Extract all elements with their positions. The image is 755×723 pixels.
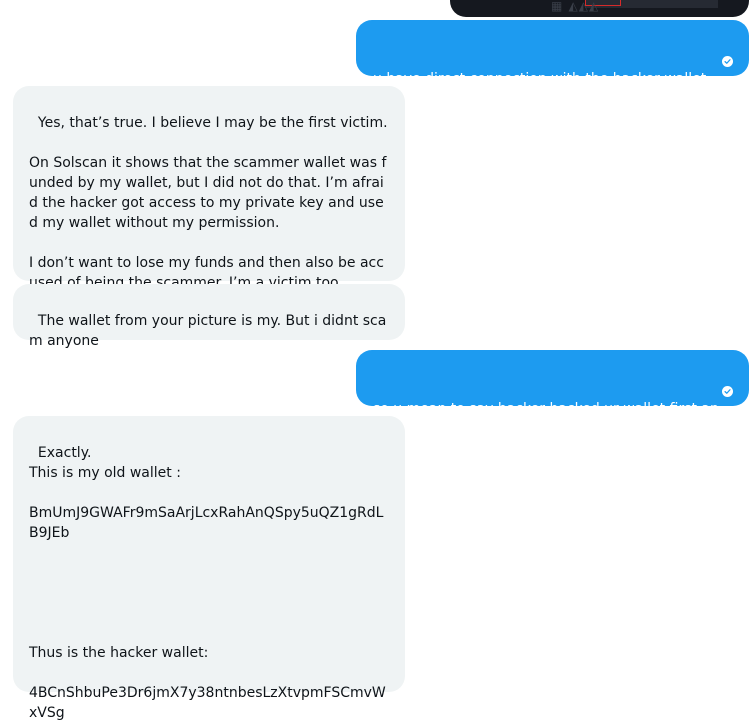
- message-text: Yes, that’s true. I believe I may be the…: [29, 115, 388, 291]
- message-bubble-received[interactable]: Yes, that’s true. I believe I may be the…: [13, 86, 405, 291]
- check-circle-icon: [722, 56, 733, 67]
- message-text: u have direct connection with the hacker…: [373, 71, 707, 87]
- check-circle-icon: [722, 386, 733, 397]
- message-text: so u mean to say hacker hacked ur wallet…: [373, 401, 719, 437]
- image-watermark-logo: ▦ ◭◭◭: [551, 0, 600, 13]
- message-bubble-sent[interactable]: so u mean to say hacker hacked ur wallet…: [356, 350, 749, 437]
- message-bubble-received[interactable]: The wallet from your picture is my. But …: [13, 284, 405, 349]
- message-bubble-sent[interactable]: u have direct connection with the hacker…: [356, 20, 749, 87]
- message-text: The wallet from your picture is my. But …: [29, 313, 387, 349]
- message-text: Exactly. This is my old wallet : BmUmJ9G…: [29, 445, 386, 721]
- message-bubble-received[interactable]: Exactly. This is my old wallet : BmUmJ9G…: [13, 416, 405, 721]
- shared-image-preview[interactable]: ▦ ◭◭◭: [450, 0, 749, 17]
